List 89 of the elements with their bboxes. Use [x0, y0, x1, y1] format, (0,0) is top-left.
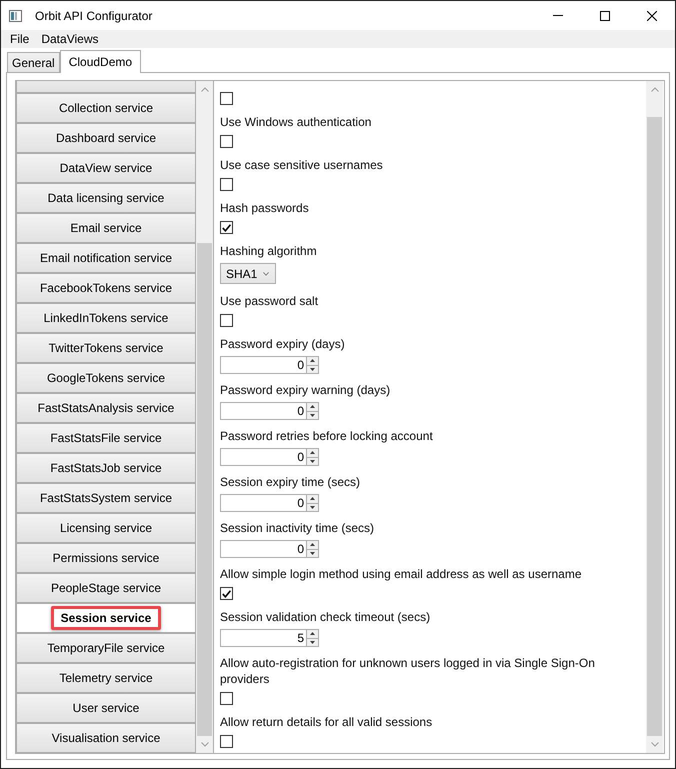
checkbox[interactable]	[220, 178, 233, 191]
dropdown[interactable]: SHA1	[220, 263, 276, 284]
menu-item[interactable]: DataViews	[35, 30, 104, 48]
chevron-down-icon	[650, 742, 658, 747]
triangle-down-icon	[310, 506, 315, 509]
scrollbar-thumb[interactable]	[197, 243, 212, 736]
service-button[interactable]: FastStatsFile service	[16, 423, 196, 453]
service-button[interactable]: Permissions service	[16, 543, 196, 573]
service-button[interactable]: FastStatsSystem service	[16, 483, 196, 513]
service-button[interactable]: LinkedInTokens service	[16, 303, 196, 333]
tab[interactable]: CloudDemo	[60, 50, 142, 73]
chevron-up-icon	[650, 87, 658, 92]
triangle-up-icon	[310, 632, 315, 636]
number-field[interactable]: 0	[220, 540, 319, 558]
triangle-down-icon	[310, 368, 315, 371]
checkbox[interactable]	[220, 314, 233, 327]
service-button[interactable]: TwitterTokens service	[16, 333, 196, 363]
service-button[interactable]: FastStatsAnalysis service	[16, 393, 196, 423]
setting-label: Password expiry (days)	[220, 336, 345, 352]
spin-up-button[interactable]	[306, 630, 318, 638]
setting-label: Session inactivity time (secs)	[220, 520, 374, 536]
triangle-down-icon	[310, 640, 315, 644]
triangle-up-icon	[310, 359, 315, 362]
service-button[interactable]: Session service	[16, 603, 196, 633]
checkbox[interactable]	[220, 587, 233, 600]
setting-label: Hashing algorithm	[220, 243, 317, 259]
service-button[interactable]: Collection service	[16, 93, 196, 123]
spin-up-button[interactable]	[306, 357, 318, 366]
number-field[interactable]: 0	[220, 448, 319, 466]
triangle-up-icon	[310, 543, 315, 546]
scrollbar[interactable]	[646, 81, 663, 753]
chevron-down-icon	[200, 742, 208, 747]
checkbox[interactable]	[220, 92, 233, 105]
setting-label: Use password salt	[220, 293, 318, 309]
service-button[interactable]: GoogleTokens service	[16, 363, 196, 393]
maximize-icon	[600, 10, 610, 20]
service-button[interactable]: Email service	[16, 213, 196, 243]
triangle-down-icon	[310, 460, 315, 463]
checkbox[interactable]	[220, 735, 233, 748]
service-button[interactable]: Data licensing service	[16, 183, 196, 213]
setting-label: Allow auto-registration for unknown users logged in via Single Sign-On providers	[220, 655, 596, 687]
number-field[interactable]: 0	[220, 494, 319, 512]
service-button[interactable]: TemporaryFile service	[16, 633, 196, 663]
service-button[interactable]: FacebookTokens service	[16, 273, 196, 303]
service-button[interactable]: Email notification service	[16, 243, 196, 273]
setting-label: Password expiry warning (days)	[220, 382, 390, 398]
checkmark-icon	[222, 590, 231, 598]
checkbox[interactable]	[220, 221, 233, 234]
number-field[interactable]: 0	[220, 402, 319, 420]
spin-up-button[interactable]	[306, 495, 318, 504]
service-button[interactable]: Dashboard service	[16, 123, 196, 153]
checkbox[interactable]	[220, 692, 233, 705]
service-button[interactable]: Licensing service	[16, 513, 196, 543]
setting-label: Hash passwords	[220, 200, 309, 216]
setting-label: Allow simple login method using email address as well as username	[220, 566, 582, 582]
setting-label: Use case sensitive usernames	[220, 157, 383, 173]
number-field[interactable]: 0	[220, 356, 319, 374]
service-button[interactable]: FastStatsJob service	[16, 453, 196, 483]
close-icon	[646, 10, 656, 20]
triangle-up-icon	[310, 497, 315, 500]
scrollbar[interactable]	[196, 81, 213, 753]
chevron-up-icon	[200, 87, 208, 92]
checkbox[interactable]	[220, 135, 233, 148]
number-field[interactable]: 5	[220, 629, 319, 647]
setting-label: Use Windows authentication	[220, 114, 372, 130]
triangle-down-icon	[310, 414, 315, 417]
triangle-up-icon	[310, 405, 315, 408]
chevron-down-icon	[263, 272, 269, 276]
menu-item[interactable]: File	[4, 30, 36, 48]
triangle-up-icon	[310, 451, 315, 454]
service-button[interactable]: Telemetry service	[16, 663, 196, 693]
service-button[interactable]: Visualisation service	[16, 723, 196, 753]
service-button[interactable]: PeopleStage service	[16, 573, 196, 603]
triangle-down-icon	[310, 552, 315, 555]
window-title: Orbit API Configurator	[35, 8, 152, 22]
setting-label: Session expiry time (secs)	[220, 474, 360, 490]
spin-up-button[interactable]	[306, 541, 318, 550]
service-button[interactable]: DataView service	[16, 153, 196, 183]
checkmark-icon	[222, 224, 231, 232]
setting-label: Allow return details for all valid sessions	[220, 714, 432, 730]
setting-label: Session validation check timeout (secs)	[220, 609, 430, 625]
app-icon	[9, 10, 22, 22]
setting-label: Password retries before locking account	[220, 428, 433, 444]
spin-up-button[interactable]	[306, 449, 318, 458]
service-button[interactable]: User service	[16, 693, 196, 723]
tab[interactable]: General	[7, 52, 60, 72]
scrollbar-thumb[interactable]	[647, 117, 662, 736]
minimize-icon	[552, 15, 562, 16]
spin-up-button[interactable]	[306, 403, 318, 412]
